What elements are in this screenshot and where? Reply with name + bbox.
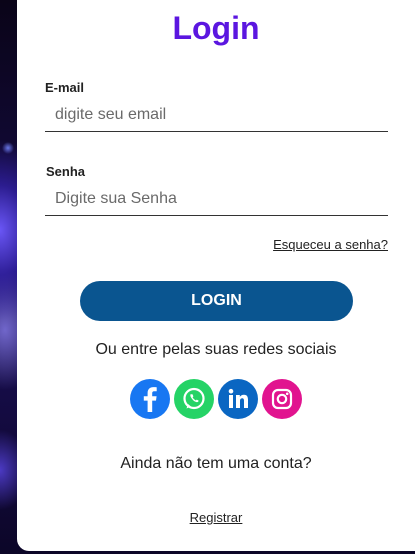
login-button[interactable]: LOGIN xyxy=(80,281,353,321)
register-container: Registrar xyxy=(17,510,415,525)
forgot-password-link[interactable]: Esqueceu a senha? xyxy=(273,237,388,252)
password-field[interactable] xyxy=(45,182,388,216)
instagram-icon[interactable] xyxy=(262,379,302,419)
register-link[interactable]: Registrar xyxy=(190,510,243,525)
email-label: E-mail xyxy=(45,80,85,95)
login-card: Login E-mail Senha Esqueceu a senha? LOG… xyxy=(17,0,415,551)
social-buttons xyxy=(130,379,302,419)
email-field[interactable] xyxy=(45,98,388,132)
password-label: Senha xyxy=(46,164,86,179)
page-title: Login xyxy=(172,10,260,46)
no-account-text: Ainda não tem uma conta? xyxy=(120,455,312,472)
linkedin-icon[interactable] xyxy=(218,379,258,419)
facebook-icon[interactable] xyxy=(130,379,170,419)
social-login-text: Ou entre pelas suas redes sociais xyxy=(95,341,337,358)
whatsapp-icon[interactable] xyxy=(174,379,214,419)
